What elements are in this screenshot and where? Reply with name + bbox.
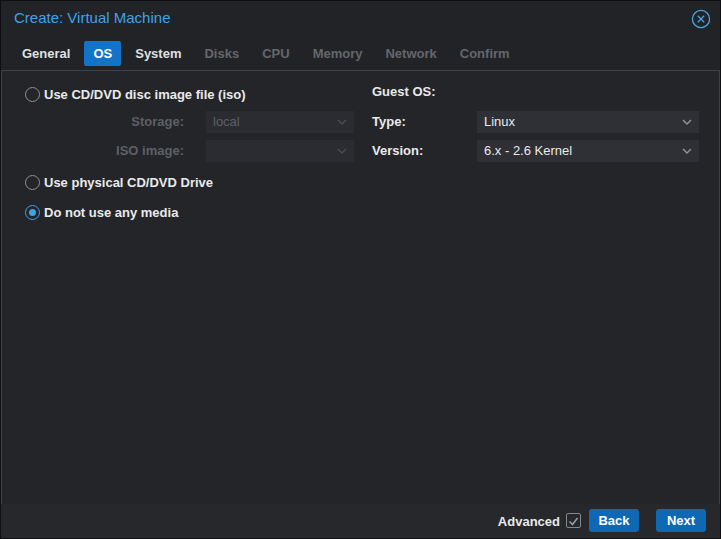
radio-no-media[interactable] bbox=[25, 205, 40, 220]
chevron-down-icon bbox=[682, 148, 692, 154]
chevron-down-icon bbox=[337, 119, 347, 125]
tab-system[interactable]: System bbox=[126, 41, 190, 66]
radio-use-iso-label[interactable]: Use CD/DVD disc image file (iso) bbox=[44, 87, 246, 102]
advanced-checkbox[interactable] bbox=[566, 513, 581, 528]
radio-physical-drive-label[interactable]: Use physical CD/DVD Drive bbox=[44, 175, 213, 190]
advanced-label: Advanced bbox=[498, 514, 560, 529]
dialog-title: Create: Virtual Machine bbox=[14, 9, 170, 26]
create-vm-dialog: { "dialog": { "title": "Create: Virtual … bbox=[0, 0, 721, 539]
chevron-down-icon bbox=[337, 148, 347, 154]
tab-os[interactable]: OS bbox=[84, 41, 121, 66]
back-button[interactable]: Back bbox=[589, 509, 639, 532]
storage-label: Storage: bbox=[82, 114, 184, 129]
tab-general[interactable]: General bbox=[13, 41, 79, 66]
radio-no-media-label[interactable]: Do not use any media bbox=[44, 205, 178, 220]
next-button[interactable]: Next bbox=[656, 509, 706, 532]
iso-image-select bbox=[206, 140, 354, 162]
radio-use-iso[interactable] bbox=[25, 87, 40, 102]
iso-image-label: ISO image: bbox=[82, 143, 184, 158]
type-select[interactable]: Linux bbox=[477, 111, 699, 133]
type-label: Type: bbox=[372, 114, 406, 129]
tab-bar: General OS System Disks CPU Memory Netwo… bbox=[1, 39, 720, 70]
dialog-titlebar: Create: Virtual Machine bbox=[1, 1, 720, 39]
close-icon[interactable] bbox=[691, 9, 711, 29]
tab-cpu: CPU bbox=[253, 41, 298, 66]
dialog-footer: Advanced Back Next bbox=[1, 504, 720, 538]
tab-confirm: Confirm bbox=[451, 41, 519, 66]
chevron-down-icon bbox=[682, 119, 692, 125]
guest-os-heading: Guest OS: bbox=[372, 84, 436, 99]
storage-select: local bbox=[206, 111, 354, 133]
version-label: Version: bbox=[372, 143, 423, 158]
radio-physical-drive[interactable] bbox=[25, 175, 40, 190]
tab-memory: Memory bbox=[304, 41, 372, 66]
tab-disks: Disks bbox=[195, 41, 248, 66]
tab-network: Network bbox=[376, 41, 445, 66]
version-select[interactable]: 6.x - 2.6 Kernel bbox=[477, 140, 699, 162]
dialog-body: Use CD/DVD disc image file (iso) Storage… bbox=[1, 70, 720, 506]
